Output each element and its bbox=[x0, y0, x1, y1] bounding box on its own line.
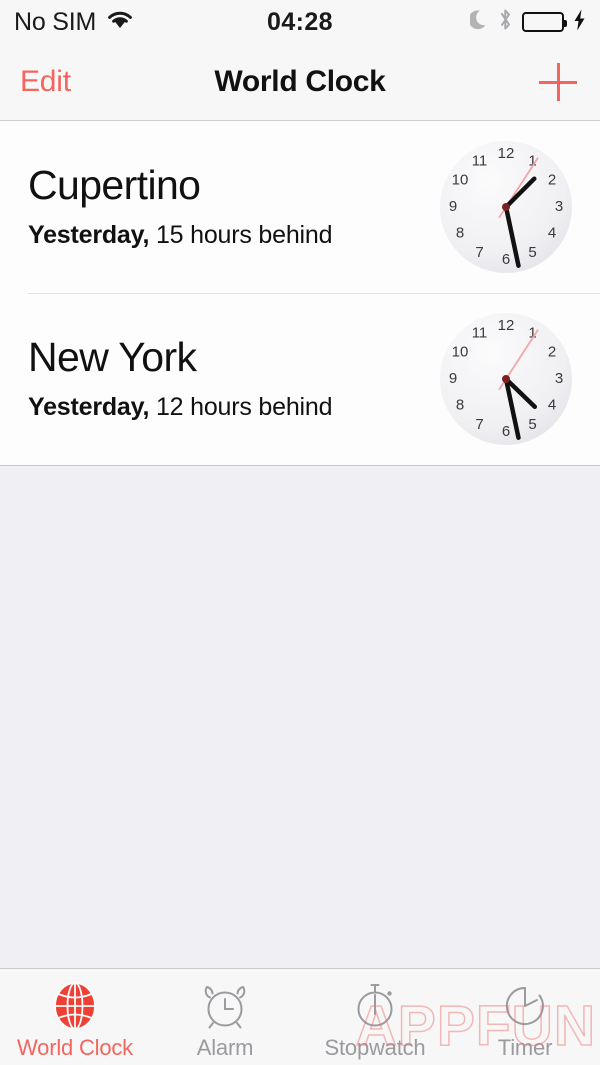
tab-label-timer: Timer bbox=[497, 1035, 553, 1060]
svg-text:9: 9 bbox=[449, 198, 457, 215]
offset-label: 12 hours behind bbox=[149, 393, 333, 422]
tab-label-world-clock: World Clock bbox=[17, 1035, 133, 1060]
tab-label-stopwatch: Stopwatch bbox=[324, 1035, 426, 1060]
tab-label-alarm: Alarm bbox=[196, 1035, 254, 1060]
app-screen: No SIM 04:28 Edit World Clock Cupertino … bbox=[0, 0, 600, 1065]
edit-button[interactable]: Edit bbox=[20, 65, 71, 99]
svg-text:7: 7 bbox=[475, 416, 483, 433]
analog-clock: 12 1 2 3 4 5 6 7 8 9 10 11 bbox=[436, 137, 576, 277]
page-title: World Clock bbox=[214, 65, 386, 98]
svg-text:12: 12 bbox=[498, 317, 515, 334]
offset-label: 15 hours behind bbox=[149, 221, 333, 250]
analog-clock: 12 1 2 3 4 5 6 7 8 9 10 11 bbox=[436, 309, 576, 449]
svg-text:11: 11 bbox=[472, 324, 488, 341]
svg-text:4: 4 bbox=[548, 396, 556, 413]
svg-text:8: 8 bbox=[456, 224, 464, 241]
svg-text:7: 7 bbox=[475, 244, 483, 261]
list-bottom-separator bbox=[0, 465, 600, 466]
svg-text:12: 12 bbox=[498, 145, 515, 162]
svg-text:2: 2 bbox=[548, 171, 556, 188]
moon-icon bbox=[468, 9, 489, 36]
svg-text:5: 5 bbox=[528, 244, 536, 261]
tab-timer[interactable]: Timer bbox=[450, 969, 600, 1065]
add-city-button[interactable] bbox=[536, 60, 580, 104]
svg-text:10: 10 bbox=[452, 343, 469, 360]
status-bar-left: No SIM bbox=[14, 8, 134, 37]
svg-text:11: 11 bbox=[472, 152, 488, 169]
svg-text:6: 6 bbox=[502, 251, 510, 268]
clock-row-text: New York Yesterday, 12 hours behind bbox=[28, 333, 436, 422]
world-clock-list: Cupertino Yesterday, 15 hours behind 12 … bbox=[0, 121, 600, 466]
city-name: New York bbox=[28, 333, 197, 380]
tab-bar: World Clock Alarm Stopwatch Timer bbox=[0, 968, 600, 1065]
svg-text:4: 4 bbox=[548, 224, 556, 241]
tab-stopwatch[interactable]: Stopwatch bbox=[300, 969, 450, 1065]
svg-text:3: 3 bbox=[555, 198, 563, 215]
status-bar-right bbox=[468, 8, 586, 36]
table-row[interactable]: New York Yesterday, 12 hours behind 12 1… bbox=[0, 293, 600, 465]
tab-alarm[interactable]: Alarm bbox=[150, 969, 300, 1065]
svg-text:2: 2 bbox=[548, 343, 556, 360]
carrier-label: No SIM bbox=[14, 7, 97, 36]
city-name: Cupertino bbox=[28, 161, 201, 208]
svg-text:3: 3 bbox=[555, 370, 563, 387]
clock-row-text: Cupertino Yesterday, 15 hours behind bbox=[28, 161, 436, 250]
city-offset: Yesterday, 12 hours behind bbox=[28, 393, 436, 422]
city-offset: Yesterday, 15 hours behind bbox=[28, 221, 436, 250]
table-row[interactable]: Cupertino Yesterday, 15 hours behind 12 … bbox=[0, 121, 600, 293]
status-bar: No SIM 04:28 bbox=[0, 0, 600, 44]
day-label: Yesterday, bbox=[28, 221, 150, 250]
bluetooth-icon bbox=[498, 8, 513, 36]
plus-icon-vertical bbox=[557, 63, 560, 101]
svg-text:5: 5 bbox=[528, 416, 536, 433]
globe-icon bbox=[49, 979, 101, 1033]
svg-text:10: 10 bbox=[452, 171, 469, 188]
battery-icon bbox=[522, 12, 567, 32]
wifi-icon bbox=[106, 9, 134, 35]
svg-text:9: 9 bbox=[449, 370, 457, 387]
day-label: Yesterday, bbox=[28, 393, 150, 422]
tab-world-clock[interactable]: World Clock bbox=[0, 969, 150, 1065]
timer-icon bbox=[499, 979, 551, 1033]
navigation-bar: Edit World Clock bbox=[0, 44, 600, 121]
lightning-bolt-icon bbox=[573, 9, 586, 36]
svg-text:6: 6 bbox=[502, 423, 510, 440]
svg-text:8: 8 bbox=[456, 396, 464, 413]
stopwatch-icon bbox=[349, 979, 401, 1033]
alarm-clock-icon bbox=[199, 979, 251, 1033]
